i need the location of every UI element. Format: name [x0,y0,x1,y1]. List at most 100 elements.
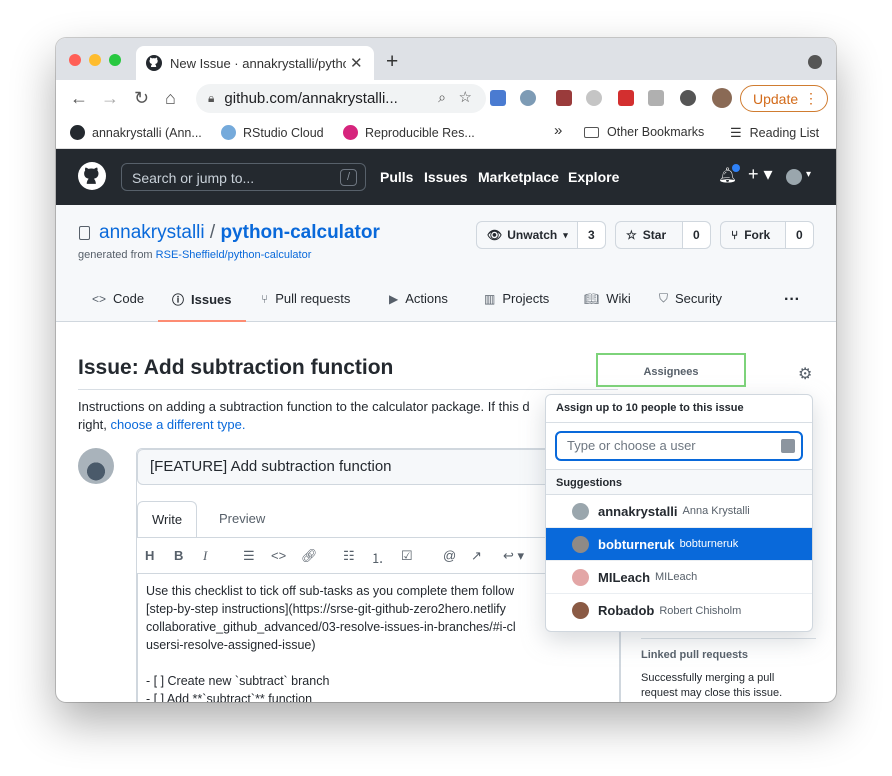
update-label: Update [753,90,799,107]
choose-different-type-link[interactable]: choose a different type. [111,417,246,432]
repo-title: annakrystalli / python-calculator [99,222,380,244]
repo-header: annakrystalli / python-calculator genera… [56,205,836,322]
bold-icon[interactable]: B [174,548,183,563]
user-avatar[interactable] [786,169,802,185]
bookmark-item-1[interactable]: annakrystalli (Ann... [70,125,202,140]
github-header: Search or jump to... / Pulls Issues Mark… [56,149,836,205]
reload-icon[interactable]: ↻ [134,88,149,109]
generated-from: generated from RSE-Sheffield/python-calc… [78,249,311,261]
tab-actions[interactable]: ▶ Actions [389,291,448,306]
close-window-button[interactable] [69,54,81,66]
nav-pulls[interactable]: Pulls [380,169,413,185]
rstudio-bookmark-icon [221,125,236,140]
bookmark-star-icon[interactable]: ☆ [459,88,472,106]
nav-marketplace[interactable]: Marketplace [478,169,559,185]
back-icon[interactable]: ← [70,88,88,109]
zoom-icon[interactable]: ⌕ [438,89,446,106]
user-menu-caret-icon[interactable]: ▾ [806,169,811,180]
code-icon[interactable]: <> [271,548,286,563]
extension-icon-2[interactable] [520,90,536,106]
profile-avatar[interactable] [712,88,732,108]
maximize-window-button[interactable] [109,54,121,66]
notifications-bell-icon[interactable]: 🔔︎ [718,164,741,184]
extensions-puzzle-icon[interactable] [680,90,696,106]
italic-icon[interactable]: I [203,548,207,564]
avatar [572,569,589,586]
bookmark-label: annakrystalli (Ann... [92,125,202,140]
instructions-line-1: Instructions on adding a subtraction fun… [78,399,530,414]
browser-tab-active[interactable]: New Issue · annakrystalli/pytho ✕ [136,46,374,80]
link-icon[interactable]: 🔗︎ [301,548,318,564]
close-tab-icon[interactable]: ✕ [350,54,363,72]
bookmark-label: RStudio Cloud [243,125,324,140]
bookmark-item-3[interactable]: Reproducible Res... [343,125,475,140]
cross-reference-icon[interactable]: ↗ [471,548,482,564]
repo-separator: / [209,222,216,243]
repo-name-link[interactable]: python-calculator [220,222,379,243]
extension-icon-1[interactable] [490,90,506,106]
unwatch-button[interactable]: 👁︎ Unwatch ▾ 3 [476,221,606,249]
extension-icon-3[interactable] [556,90,572,106]
assignees-header[interactable]: Assignees [596,353,746,387]
nav-explore[interactable]: Explore [568,169,619,185]
create-new-plus-icon[interactable]: + ▾ [748,164,773,185]
tab-issues[interactable]: ⓘ Issues [172,291,232,308]
star-button[interactable]: ☆ Star 0 [615,221,711,249]
tab-pull-requests[interactable]: ⑂ Pull requests [261,291,350,306]
user-option-mileach[interactable]: MILeach MILeach [546,561,812,594]
body-line [146,654,612,672]
reproducible-bookmark-icon [343,125,358,140]
assignee-filter-input[interactable]: Type or choose a user [555,431,803,461]
saved-replies-icon[interactable]: ↩ ▾ [503,548,524,564]
bookmarks-bar: annakrystalli (Ann... RStudio Cloud Repr… [56,116,836,149]
folder-icon [584,126,599,138]
github-logo-icon[interactable] [78,162,106,190]
popup-title: Assign up to 10 people to this issue [546,395,812,423]
task-list-icon[interactable]: ☑ [401,548,413,564]
fork-button[interactable]: ⑂ Fork 0 [720,221,814,249]
address-bar[interactable]: 🔒︎ github.com/annakrystalli... ⌕ ☆ [196,84,486,113]
unordered-list-icon[interactable]: ☷ [343,548,355,564]
more-tabs-icon[interactable]: ··· [784,291,800,309]
user-option-robadob[interactable]: Robadob Robert Chisholm [546,594,812,627]
lock-icon: 🔒︎ [208,91,215,105]
template-repo-link[interactable]: RSE-Sheffield/python-calculator [156,249,312,261]
mention-icon[interactable]: @ [443,548,456,563]
update-button[interactable]: Update ⋮ [740,85,828,112]
nav-issues[interactable]: Issues [424,169,468,185]
body-line: - [ ] Add **`subtract`** function [146,692,313,702]
body-line: [step-by-step instructions](https://srse… [146,602,506,616]
ordered-list-icon[interactable]: ⒈ [371,548,384,567]
star-count: 0 [682,222,710,248]
gear-icon[interactable]: ⚙ [798,364,812,384]
quote-icon[interactable]: ☰ [243,548,255,564]
reading-list[interactable]: ☰ Reading List [730,125,819,141]
home-icon[interactable]: ⌂ [165,88,176,109]
write-tab[interactable]: Write [137,501,198,537]
new-tab-button[interactable]: + [386,50,398,74]
tab-projects[interactable]: ▥ Projects [484,291,549,306]
minimize-window-button[interactable] [89,54,101,66]
other-bookmarks[interactable]: Other Bookmarks [584,125,704,139]
tab-wiki[interactable]: 📖︎ Wiki [584,291,631,306]
github-favicon-icon [146,55,162,71]
repo-owner-link[interactable]: annakrystalli [99,222,205,243]
user-option-annakrystalli[interactable]: annakrystalli Anna Krystalli [546,495,812,528]
tab-security[interactable]: ⛉ Security [659,291,722,306]
forward-icon[interactable]: → [101,88,119,109]
tab-label: Actions [405,291,448,306]
tab-code[interactable]: <> Code [92,291,144,306]
github-search-input[interactable]: Search or jump to... / [121,163,366,191]
avatar [572,503,589,520]
extension-icon-4[interactable] [618,90,634,106]
google-extension-icon[interactable] [586,90,602,106]
extension-icon-5[interactable] [648,90,664,106]
heading-icon[interactable]: H [145,548,154,563]
bookmark-item-2[interactable]: RStudio Cloud [221,125,324,140]
project-icon: ▥ [484,291,496,306]
tab-search-icon[interactable] [808,55,822,69]
bookmarks-overflow-icon[interactable]: » [554,122,562,139]
user-option-bobturneruk[interactable]: bobturneruk bobturneruk [546,528,812,561]
tab-bar: New Issue · annakrystalli/pytho ✕ + [56,38,836,80]
preview-tab[interactable]: Preview [205,501,279,537]
